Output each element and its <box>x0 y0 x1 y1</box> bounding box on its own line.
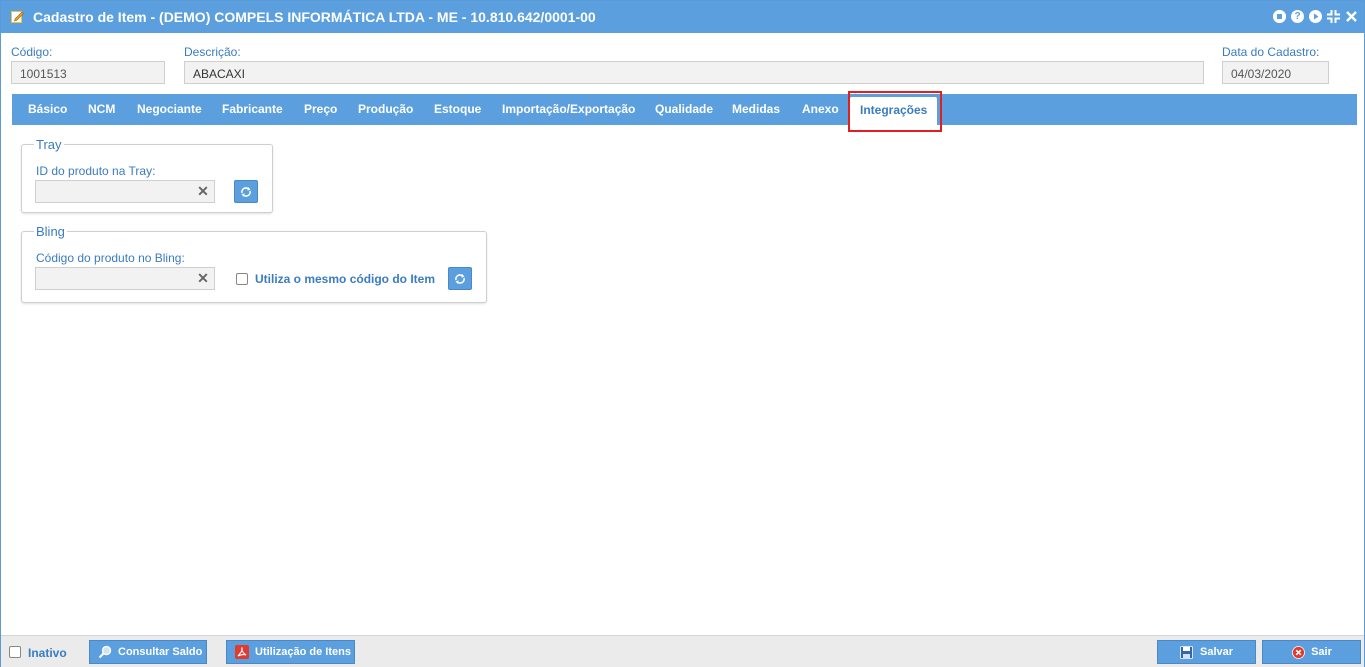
data-cadastro-label: Data do Cadastro: <box>1222 45 1320 59</box>
clear-icon[interactable]: ✕ <box>196 184 210 198</box>
data-cadastro-field[interactable]: 04/03/2020 <box>1222 61 1329 84</box>
tab-integracoes[interactable]: Integrações <box>850 97 938 125</box>
pdf-icon <box>235 645 249 659</box>
codigo-field[interactable]: 1001513 <box>11 61 165 84</box>
tab-bar: Básico NCM Negociante Fabricante Preço P… <box>12 94 1357 125</box>
tray-fieldset: Tray ID do produto na Tray: ✕ <box>21 137 273 213</box>
sair-label: Sair <box>1311 646 1332 658</box>
sync-icon <box>455 273 465 284</box>
floppy-disk-icon <box>1180 645 1194 659</box>
tray-id-input[interactable]: ✕ <box>35 180 215 203</box>
collapse-icon[interactable] <box>1327 10 1340 23</box>
item-registration-window: Cadastro de Item - (DEMO) COMPELS INFORM… <box>0 0 1365 667</box>
same-code-checkbox[interactable] <box>236 273 248 285</box>
codigo-label: Código: <box>11 45 53 59</box>
exit-icon <box>1291 645 1305 659</box>
magnifier-icon <box>98 645 112 659</box>
salvar-label: Salvar <box>1199 646 1234 658</box>
bling-fieldset: Bling Código do produto no Bling: ✕ Util… <box>21 224 487 303</box>
window-title: Cadastro de Item - (DEMO) COMPELS INFORM… <box>33 9 596 25</box>
consultar-saldo-button[interactable]: Consultar Saldo <box>89 640 207 664</box>
clear-icon[interactable]: ✕ <box>196 271 210 285</box>
tab-producao[interactable]: Produção <box>358 94 413 125</box>
tab-qualidade[interactable]: Qualidade <box>655 94 713 125</box>
tab-importacao-exportacao[interactable]: Importação/Exportação <box>502 94 635 125</box>
tab-medidas[interactable]: Medidas <box>732 94 780 125</box>
title-bar: Cadastro de Item - (DEMO) COMPELS INFORM… <box>1 1 1364 33</box>
descricao-label: Descrição: <box>184 45 241 59</box>
bling-code-input[interactable]: ✕ <box>35 267 215 290</box>
tab-preco[interactable]: Preço <box>304 94 337 125</box>
consultar-saldo-label: Consultar Saldo <box>118 646 203 658</box>
tab-estoque[interactable]: Estoque <box>434 94 481 125</box>
tab-anexo[interactable]: Anexo <box>802 94 839 125</box>
footer-bar: Inativo Consultar Saldo Utilização de It… <box>1 635 1364 667</box>
sair-button[interactable]: Sair <box>1262 640 1361 664</box>
tab-basico[interactable]: Básico <box>28 94 67 125</box>
tray-id-label: ID do produto na Tray: <box>36 164 156 178</box>
tab-ncm[interactable]: NCM <box>88 94 115 125</box>
inativo-checkbox[interactable] <box>9 646 21 658</box>
close-icon[interactable] <box>1345 10 1358 23</box>
salvar-button[interactable]: Salvar <box>1157 640 1256 664</box>
same-code-checkbox-label[interactable]: Utiliza o mesmo código do Item <box>255 272 435 286</box>
descricao-field[interactable]: ABACAXI <box>184 61 1204 84</box>
bling-code-label: Código do produto no Bling: <box>36 251 185 265</box>
bling-legend: Bling <box>34 224 67 239</box>
tab-fabricante[interactable]: Fabricante <box>222 94 283 125</box>
utilizacao-itens-label: Utilização de Itens <box>255 646 351 658</box>
tray-sync-button[interactable] <box>234 180 258 203</box>
inativo-label[interactable]: Inativo <box>28 646 67 660</box>
minimize-icon[interactable] <box>1273 10 1286 23</box>
tab-negociante[interactable]: Negociante <box>137 94 202 125</box>
bling-sync-button[interactable] <box>448 267 472 290</box>
play-icon[interactable] <box>1309 10 1322 23</box>
utilizacao-itens-button[interactable]: Utilização de Itens <box>226 640 355 664</box>
sync-icon <box>241 186 251 197</box>
edit-document-icon <box>11 11 24 23</box>
tray-legend: Tray <box>34 137 64 152</box>
help-icon[interactable]: ? <box>1291 10 1304 23</box>
window-controls: ? <box>1273 10 1358 23</box>
